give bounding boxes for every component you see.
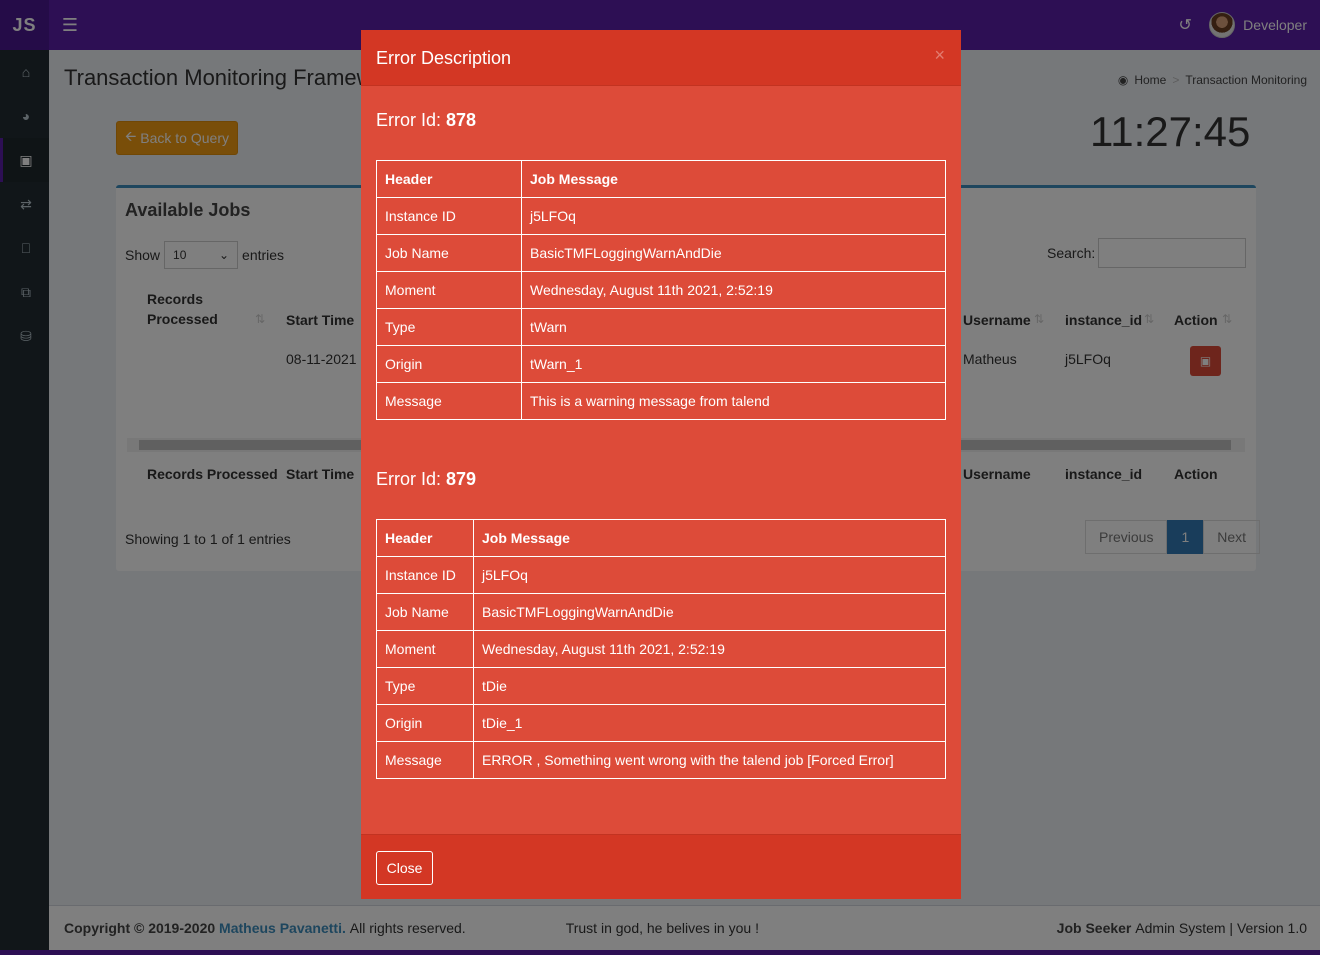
table-cell: Wednesday, August 11th 2021, 2:52:19: [521, 271, 946, 309]
table-cell: Origin: [376, 345, 522, 383]
modal-title: Error Description: [376, 48, 512, 68]
table-row: Instance ID j5LFOq: [376, 556, 946, 594]
error-id-label: Error Id:: [376, 110, 442, 130]
table-row: Moment Wednesday, August 11th 2021, 2:52:…: [376, 271, 946, 309]
table-cell: Job Name: [376, 593, 474, 631]
error-id-heading: Error Id: 879: [376, 469, 476, 490]
table-cell: Instance ID: [376, 556, 474, 594]
table-row: Job Name BasicTMFLoggingWarnAndDie: [376, 593, 946, 631]
table-cell: j5LFOq: [521, 197, 946, 235]
table-cell: This is a warning message from talend: [521, 382, 946, 420]
table-row: Message This is a warning message from ta…: [376, 382, 946, 420]
table-cell: Header: [376, 519, 474, 557]
table-cell: tWarn_1: [521, 345, 946, 383]
modal-footer: Close: [361, 834, 961, 899]
table-cell: Job Message: [521, 160, 946, 198]
close-icon[interactable]: ×: [934, 45, 945, 66]
table-cell: Type: [376, 308, 522, 346]
error-id-value: 878: [446, 110, 477, 130]
table-row: Moment Wednesday, August 11th 2021, 2:52:…: [376, 630, 946, 668]
table-row: Instance ID j5LFOq: [376, 197, 946, 235]
table-cell: Moment: [376, 630, 474, 668]
table-cell: BasicTMFLoggingWarnAndDie: [521, 234, 946, 272]
table-cell: Origin: [376, 704, 474, 742]
table-cell: ERROR , Something went wrong with the ta…: [473, 741, 946, 779]
table-cell: Message: [376, 741, 474, 779]
table-cell: Wednesday, August 11th 2021, 2:52:19: [473, 630, 946, 668]
table-row: Header Job Message: [376, 519, 946, 557]
table-cell: Instance ID: [376, 197, 522, 235]
error-table: Header Job Message Instance ID j5LFOq Job …: [376, 519, 946, 779]
table-cell: BasicTMFLoggingWarnAndDie: [473, 593, 946, 631]
table-cell: Job Name: [376, 234, 522, 272]
table-row: Type tDie: [376, 667, 946, 705]
table-cell: tWarn: [521, 308, 946, 346]
table-row: Origin tWarn_1: [376, 345, 946, 383]
table-cell: j5LFOq: [473, 556, 946, 594]
table-cell: tDie_1: [473, 704, 946, 742]
table-row: Header Job Message: [376, 160, 946, 198]
close-button[interactable]: Close: [376, 851, 433, 885]
modal-header: Error Description ×: [361, 30, 961, 86]
table-cell: Header: [376, 160, 522, 198]
table-cell: Message: [376, 382, 522, 420]
error-id-value: 879: [446, 469, 477, 489]
table-cell: tDie: [473, 667, 946, 705]
error-id-label: Error Id:: [376, 469, 442, 489]
error-description-modal: Error Description × Error Id: 878 Header…: [361, 30, 961, 899]
table-row: Type tWarn: [376, 308, 946, 346]
table-row: Origin tDie_1: [376, 704, 946, 742]
table-cell: Moment: [376, 271, 522, 309]
error-table: Header Job Message Instance ID j5LFOq Job …: [376, 160, 946, 420]
error-id-heading: Error Id: 878: [376, 110, 476, 131]
table-row: Job Name BasicTMFLoggingWarnAndDie: [376, 234, 946, 272]
table-cell: Type: [376, 667, 474, 705]
table-cell: Job Message: [473, 519, 946, 557]
table-row: Message ERROR , Something went wrong with…: [376, 741, 946, 779]
